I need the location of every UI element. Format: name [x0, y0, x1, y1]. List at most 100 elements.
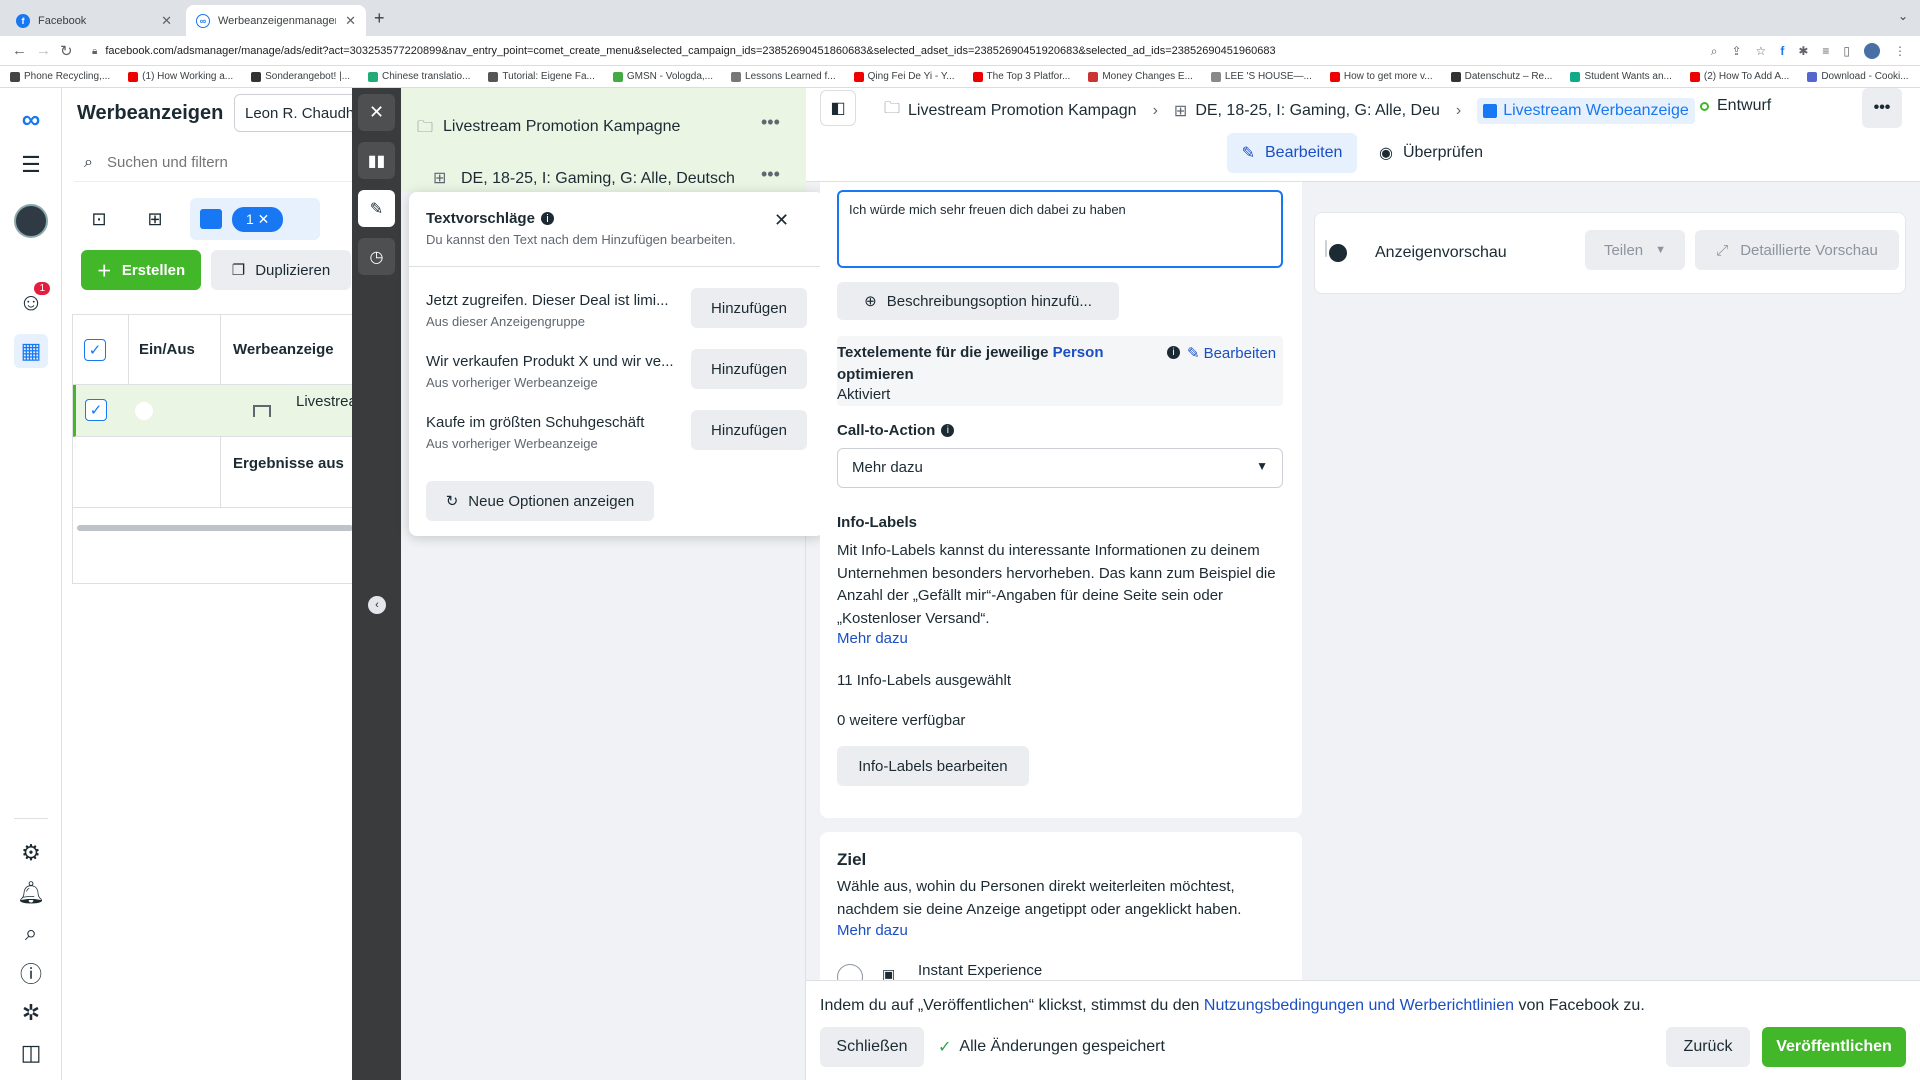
forward-arrow-icon[interactable]: →: [36, 42, 51, 59]
bookmark-item[interactable]: Tutorial: Eigene Fa...: [488, 71, 595, 82]
edit-info-labels-button[interactable]: Info-Labels bearbeiten: [837, 746, 1029, 786]
zoom-icon[interactable]: ⌕: [1711, 44, 1718, 59]
settings-gear-icon[interactable]: ⚙: [14, 836, 48, 870]
bookmark-item[interactable]: GMSN - Vologda,...: [612, 71, 713, 82]
close-editor-icon[interactable]: ✕: [358, 94, 395, 131]
close-tab-icon[interactable]: ✕: [161, 13, 172, 29]
avatar[interactable]: [14, 204, 48, 238]
bookmark-star-icon[interactable]: ☆: [1756, 44, 1767, 58]
optimize-person-link[interactable]: Person: [1053, 344, 1104, 361]
reading-list-icon[interactable]: ≡: [1822, 44, 1829, 58]
profile-avatar-icon[interactable]: [1864, 43, 1880, 59]
breadcrumb-ad[interactable]: Livestream Werbeanzeige: [1477, 97, 1695, 124]
search-input[interactable]: [106, 154, 327, 171]
extensions-puzzle-icon[interactable]: ✱: [1798, 44, 1808, 58]
bookmark-item[interactable]: (1) How Working a...: [128, 71, 233, 82]
col-header-ad[interactable]: Werbeanzeige: [233, 341, 334, 358]
horizontal-scrollbar[interactable]: [77, 525, 353, 531]
show-new-options-button[interactable]: ↻ Neue Optionen anzeigen: [426, 481, 654, 521]
share-icon[interactable]: ⇪: [1731, 44, 1741, 58]
row-checkbox[interactable]: ✓: [85, 399, 107, 421]
optimize-edit-link[interactable]: ✎ Bearbeiten: [1187, 344, 1276, 363]
bookmark-item[interactable]: How to get more v...: [1329, 71, 1433, 82]
back-arrow-icon[interactable]: ←: [12, 42, 27, 59]
bookmark-item[interactable]: Money Changes E...: [1088, 71, 1193, 82]
tree-campaign-row[interactable]: 🗀︎ Livestream Promotion Kampagne ••• ⊞ D…: [401, 88, 806, 192]
browser-menu-icon[interactable]: ⋮: [1894, 44, 1906, 58]
bookmark-item[interactable]: Lessons Learned f...: [731, 71, 836, 82]
bookmark-item[interactable]: (2) How To Add A...: [1689, 71, 1789, 82]
preview-toggle[interactable]: [1325, 240, 1327, 257]
instant-experience-label[interactable]: Instant Experience: [918, 962, 1042, 979]
back-button[interactable]: Zurück: [1666, 1027, 1750, 1067]
info-labels-learn-more-link[interactable]: Mehr dazu: [837, 630, 908, 647]
adset-more-icon[interactable]: •••: [761, 164, 780, 185]
sidebar-icon[interactable]: ▯: [1843, 44, 1850, 58]
add-suggestion-button[interactable]: Hinzufügen: [691, 410, 807, 450]
bookmark-item[interactable]: The Top 3 Platfor...: [972, 71, 1070, 82]
bookmark-item[interactable]: Datenschutz – Re...: [1450, 71, 1552, 82]
bookmark-item[interactable]: Qing Fei De Yi - Y...: [853, 71, 955, 82]
description-textarea[interactable]: [837, 190, 1283, 268]
help-icon[interactable]: ⓘ: [14, 956, 48, 990]
campaign-more-icon[interactable]: •••: [761, 112, 780, 133]
browser-tab-facebook[interactable]: f Facebook ✕: [6, 5, 182, 36]
panel-toggle-icon[interactable]: ◫: [14, 1036, 48, 1070]
bell-icon[interactable]: 🔔︎: [14, 876, 48, 910]
more-options-icon[interactable]: •••: [1862, 88, 1902, 128]
close-icon[interactable]: ✕: [774, 210, 789, 231]
duplicate-button[interactable]: ❐ Duplizieren: [211, 250, 351, 290]
bookmark-item[interactable]: Chinese translatio...: [368, 71, 470, 82]
info-icon[interactable]: i: [540, 212, 554, 225]
reload-icon[interactable]: ↻: [60, 42, 73, 60]
chart-icon[interactable]: ▮▮: [358, 142, 395, 179]
hamburger-menu-icon[interactable]: ☰: [14, 148, 48, 182]
bookmark-item[interactable]: Sonderangebot! |...: [251, 71, 350, 82]
sidebar-toggle-icon[interactable]: ◧: [820, 90, 856, 126]
new-tab-icon[interactable]: +: [374, 8, 385, 29]
select-all-checkbox[interactable]: ✓: [84, 339, 106, 361]
ad-row-name[interactable]: Livestrea: [296, 393, 357, 410]
meta-logo-icon[interactable]: ∞: [14, 102, 48, 136]
table-row[interactable]: ✓ Livestrea: [73, 385, 357, 437]
close-tab-icon[interactable]: ✕: [345, 13, 356, 29]
detailed-preview-button[interactable]: ⤢ Detaillierte Vorschau: [1695, 230, 1899, 270]
bookmark-item[interactable]: LEE 'S HOUSE—...: [1210, 71, 1312, 82]
notifications-smiley-icon[interactable]: ☺ 1: [14, 282, 50, 320]
adsets-grid-icon[interactable]: ⊞: [134, 198, 176, 240]
campaigns-folder-icon[interactable]: ⊡: [78, 198, 120, 240]
url-field[interactable]: 🔒︎ facebook.com/adsmanager/manage/ads/ed…: [86, 40, 1686, 62]
collapse-chevron-icon[interactable]: ‹: [368, 596, 386, 614]
add-description-option-button[interactable]: ⊕ Beschreibungsoption hinzufü...: [837, 282, 1119, 320]
share-dropdown-button[interactable]: Teilen ▼: [1585, 230, 1685, 270]
add-suggestion-button[interactable]: Hinzufügen: [691, 288, 807, 328]
history-clock-icon[interactable]: ◷: [358, 238, 395, 275]
cta-select[interactable]: Mehr dazu ▼: [837, 448, 1283, 488]
goal-learn-more-link[interactable]: Mehr dazu: [837, 922, 908, 939]
ads-tab-selected[interactable]: 1 ✕: [190, 198, 320, 240]
info-icon[interactable]: i: [1167, 346, 1180, 359]
breadcrumb-campaign[interactable]: Livestream Promotion Kampagn: [908, 102, 1137, 120]
tab-edit[interactable]: ✎ Bearbeiten: [1227, 133, 1357, 173]
facebook-extension-icon[interactable]: f: [1780, 44, 1784, 58]
info-icon[interactable]: i: [941, 424, 955, 437]
search-icon[interactable]: ⌕: [14, 916, 48, 950]
bookmark-item[interactable]: Phone Recycling,...: [10, 71, 110, 82]
browser-tab-adsmanager[interactable]: ∞ Werbeanzeigenmanager - Wer ✕: [186, 5, 366, 36]
selected-count-chip[interactable]: 1 ✕: [232, 206, 284, 232]
add-suggestion-button[interactable]: Hinzufügen: [691, 349, 807, 389]
tab-list-chevron-icon[interactable]: ⌄: [1898, 9, 1908, 23]
bookmark-item[interactable]: Student Wants an...: [1570, 71, 1672, 82]
account-selector[interactable]: Leon R. Chaudh: [234, 94, 364, 132]
tab-review[interactable]: ◉ Überprüfen: [1366, 133, 1496, 173]
publish-button[interactable]: Veröffentlichen: [1762, 1027, 1906, 1067]
col-header-onoff[interactable]: Ein/Aus: [139, 341, 195, 358]
breadcrumb-adset[interactable]: DE, 18-25, I: Gaming, G: Alle, Deu: [1195, 102, 1440, 120]
bug-report-icon[interactable]: ✲: [14, 996, 48, 1030]
create-button[interactable]: ＋ Erstellen: [81, 250, 201, 290]
close-button[interactable]: Schließen: [820, 1027, 924, 1067]
bookmark-item[interactable]: Download - Cooki...: [1807, 71, 1909, 82]
edit-pencil-icon[interactable]: ✎: [358, 190, 395, 227]
campaigns-table-icon[interactable]: ▦: [14, 334, 48, 368]
terms-link[interactable]: Nutzungsbedingungen und Werberichtlinien: [1204, 997, 1514, 1014]
